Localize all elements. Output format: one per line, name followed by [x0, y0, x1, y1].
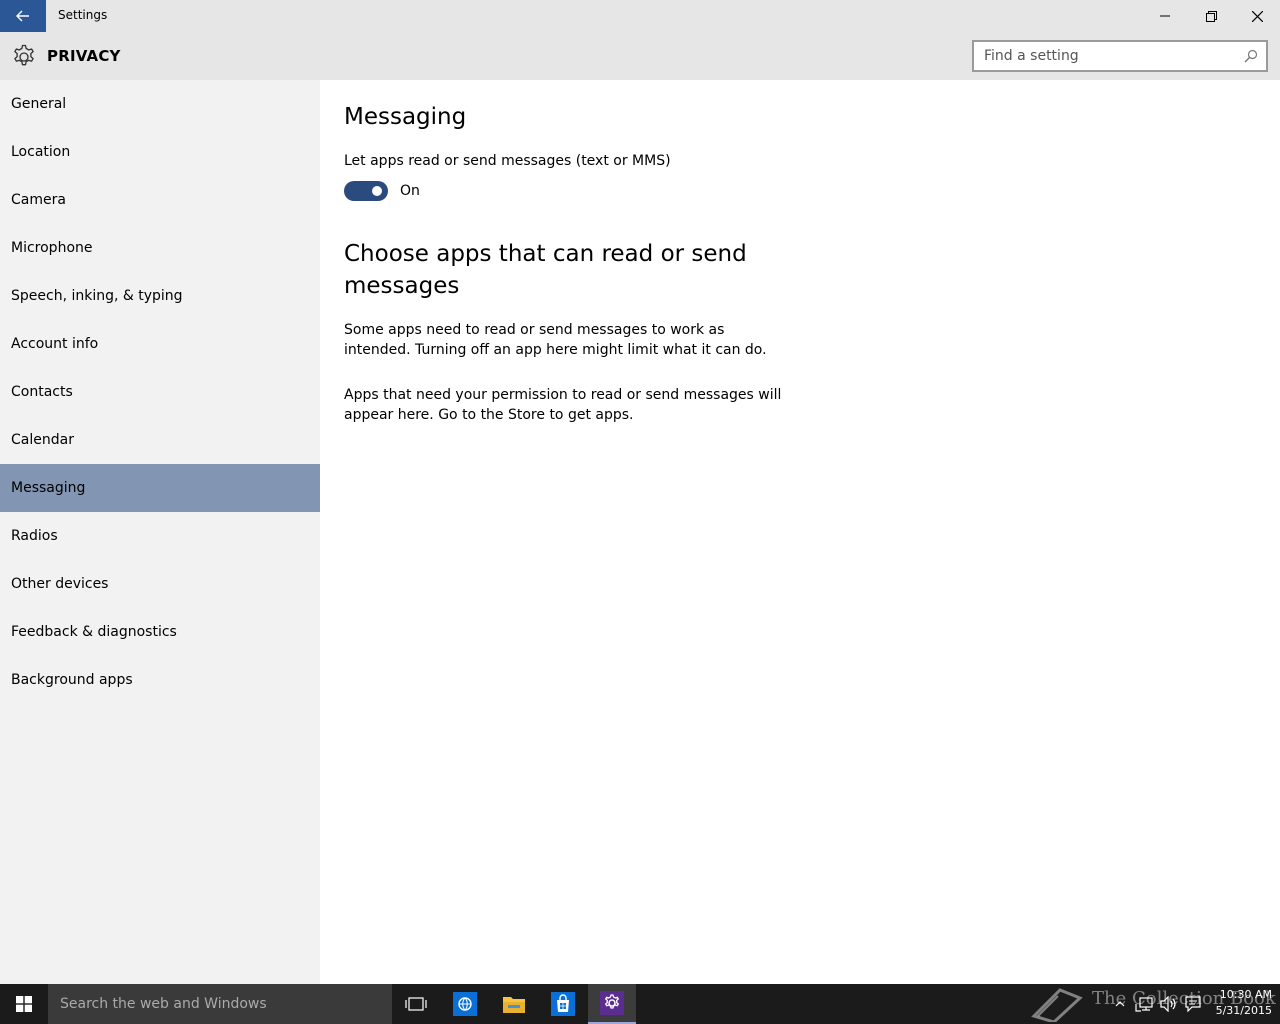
- page-title: PRIVACY: [47, 47, 121, 65]
- find-setting-input[interactable]: [974, 42, 1224, 70]
- minimize-icon: [1160, 15, 1170, 17]
- taskbar-settings[interactable]: [588, 984, 636, 1024]
- sidebar-item-general[interactable]: General: [0, 80, 320, 128]
- speaker-icon: [1160, 996, 1176, 1012]
- sidebar-item-location[interactable]: Location: [0, 128, 320, 176]
- sidebar-item-microphone[interactable]: Microphone: [0, 224, 320, 272]
- clock-time: 10:30 AM: [1219, 988, 1272, 1001]
- sidebar-item-messaging[interactable]: Messaging: [0, 464, 320, 512]
- close-icon: [1251, 10, 1263, 22]
- sidebar-item-contacts[interactable]: Contacts: [0, 368, 320, 416]
- back-arrow-icon: [16, 10, 29, 22]
- taskbar-search-box[interactable]: Search the web and Windows: [48, 984, 392, 1024]
- volume-button[interactable]: [1158, 984, 1180, 1024]
- sidebar-item-feedback-diagnostics[interactable]: Feedback & diagnostics: [0, 608, 320, 656]
- section-heading: Messaging: [344, 104, 467, 130]
- settings-header: PRIVACY: [0, 32, 1280, 80]
- toggle-state-label: On: [400, 183, 420, 199]
- restore-button[interactable]: [1188, 0, 1234, 32]
- toggle-knob: [372, 186, 382, 196]
- sidebar-item-camera[interactable]: Camera: [0, 176, 320, 224]
- show-hidden-icons-button[interactable]: [1112, 984, 1128, 1024]
- taskbar: Search the web and Windows The Collectio…: [0, 984, 1280, 1024]
- taskbar-browser[interactable]: [441, 984, 489, 1024]
- task-view-icon: [405, 997, 427, 1011]
- sidebar-item-account-info[interactable]: Account info: [0, 320, 320, 368]
- sidebar-item-speech-inking-typing[interactable]: Speech, inking, & typing: [0, 272, 320, 320]
- search-icon[interactable]: [1244, 49, 1258, 63]
- toggle-description: Let apps read or send messages (text or …: [344, 153, 671, 169]
- network-icon: [1135, 997, 1153, 1012]
- window-title: Settings: [58, 8, 108, 22]
- notification-icon: [1185, 996, 1201, 1012]
- title-bar: Settings: [0, 0, 1280, 32]
- browser-icon: [453, 992, 477, 1016]
- close-button[interactable]: [1234, 0, 1280, 32]
- network-button[interactable]: [1132, 984, 1156, 1024]
- subsection-heading: Choose apps that can read or send messag…: [344, 241, 747, 299]
- find-setting-box[interactable]: [972, 40, 1268, 72]
- minimize-button[interactable]: [1142, 0, 1188, 32]
- main-content: Messaging Let apps read or send messages…: [320, 80, 1280, 984]
- taskbar-file-explorer[interactable]: [490, 984, 538, 1024]
- action-center-button[interactable]: [1182, 984, 1204, 1024]
- sidebar-item-background-apps[interactable]: Background apps: [0, 656, 320, 704]
- watermark-book-logo: [1031, 988, 1083, 1022]
- restore-icon: [1205, 10, 1217, 22]
- settings-gear-icon: [600, 991, 624, 1015]
- sidebar-nav: General Location Camera Microphone Speec…: [0, 80, 320, 984]
- taskbar-store[interactable]: [539, 984, 587, 1024]
- store-icon: [551, 992, 575, 1016]
- back-button[interactable]: [0, 0, 46, 32]
- sidebar-item-radios[interactable]: Radios: [0, 512, 320, 560]
- windows-logo-icon: [16, 996, 32, 1012]
- sidebar-item-other-devices[interactable]: Other devices: [0, 560, 320, 608]
- description-paragraph: Some apps need to read or send messages …: [344, 322, 767, 358]
- start-button[interactable]: [0, 984, 48, 1024]
- folder-icon: [503, 997, 525, 1013]
- taskbar-clock[interactable]: 10:30 AM 5/31/2015: [1206, 987, 1272, 1019]
- messaging-access-toggle[interactable]: [344, 181, 388, 201]
- chevron-up-icon: [1115, 1001, 1125, 1007]
- clock-date: 5/31/2015: [1215, 1004, 1272, 1017]
- sidebar-item-calendar[interactable]: Calendar: [0, 416, 320, 464]
- task-view-button[interactable]: [392, 984, 440, 1024]
- empty-apps-message: Apps that need your permission to read o…: [344, 387, 782, 423]
- gear-icon: [14, 44, 34, 66]
